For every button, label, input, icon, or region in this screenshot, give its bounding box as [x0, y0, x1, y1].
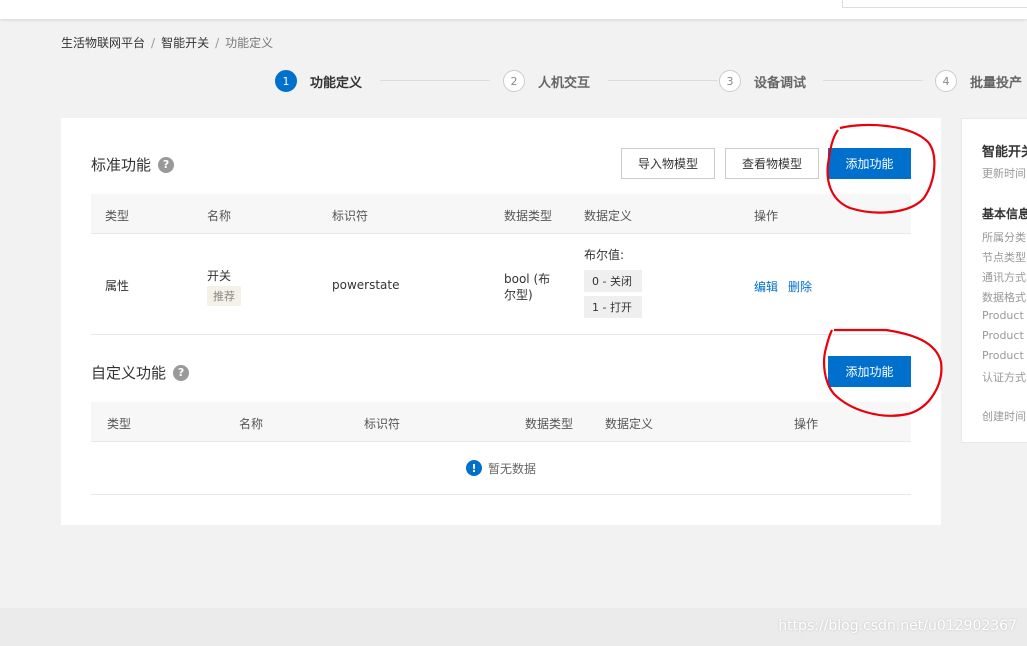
- sidebar-item: Product: [982, 329, 1024, 342]
- step-number: 3: [719, 70, 741, 92]
- enum-value: 1 - 打开: [584, 296, 642, 318]
- sidebar-item: 数据格式: [982, 291, 1026, 304]
- step-connector: [608, 80, 718, 81]
- watermark: https://blog.csdn.net/u012902367: [778, 618, 1017, 634]
- step-connector: [823, 80, 923, 81]
- breadcrumb-current: 功能定义: [225, 36, 274, 50]
- step-number: 1: [275, 70, 297, 92]
- step-number: 2: [503, 70, 525, 92]
- col-datadef: 数据定义: [605, 417, 654, 431]
- standard-table-header: 类型 名称 标识符 数据类型 数据定义 操作: [91, 194, 911, 234]
- row-type: 属性: [105, 279, 130, 293]
- step-label: 设备调试: [754, 75, 807, 91]
- add-custom-function-button[interactable]: 添加功能: [828, 356, 911, 387]
- recommend-badge: 推荐: [207, 286, 241, 306]
- step-number: 4: [935, 70, 957, 92]
- step-4[interactable]: 4 批量投产: [935, 69, 1022, 93]
- sidebar-item: 认证方式: [982, 371, 1026, 384]
- row-datatype-1: bool (布: [504, 272, 551, 286]
- question-circle-icon[interactable]: ?: [158, 156, 175, 173]
- product-info-sidebar: 智能开关 更新时间 基本信息 所属分类 节点类型 通讯方式 数据格式 Produ…: [961, 118, 1027, 443]
- row-name: 开关: [207, 269, 232, 283]
- step-2[interactable]: 2 人机交互: [503, 69, 590, 93]
- custom-title-text: 自定义功能: [91, 364, 167, 382]
- step-label: 功能定义: [310, 75, 363, 91]
- sidebar-created-time: 创建时间: [982, 410, 1026, 423]
- breadcrumb-root[interactable]: 生活物联网平台: [61, 36, 145, 50]
- sidebar-basic-info: 基本信息: [982, 207, 1027, 221]
- col-name: 名称: [207, 209, 232, 223]
- add-standard-function-button[interactable]: 添加功能: [828, 148, 911, 179]
- edit-link[interactable]: 编辑: [754, 278, 778, 295]
- sidebar-title: 智能开关: [982, 145, 1027, 160]
- sidebar-update-time: 更新时间: [982, 167, 1026, 180]
- col-datatype: 数据类型: [504, 209, 553, 223]
- col-datadef: 数据定义: [584, 209, 633, 223]
- custom-section-title: 自定义功能 ?: [91, 362, 190, 383]
- col-ops: 操作: [754, 209, 779, 223]
- step-progress: 1 功能定义 2 人机交互 3 设备调试 4 批量投产: [275, 69, 1027, 93]
- exclamation-circle-icon: !: [465, 460, 482, 476]
- col-ops: 操作: [794, 417, 819, 431]
- step-label: 批量投产: [970, 75, 1023, 91]
- breadcrumb: 生活物联网平台 / 智能开关 / 功能定义: [61, 36, 274, 50]
- row-datadef-label: 布尔值:: [584, 248, 625, 262]
- sidebar-item: 所属分类: [982, 231, 1026, 244]
- row-enum-list: 0 - 关闭 1 - 打开: [584, 266, 642, 318]
- col-datatype: 数据类型: [525, 417, 574, 431]
- step-3[interactable]: 3 设备调试: [719, 69, 806, 93]
- step-connector: [380, 80, 490, 81]
- import-model-button[interactable]: 导入物模型: [621, 148, 715, 179]
- row-name-tag: 推荐: [207, 286, 241, 306]
- sidebar-item: 通讯方式: [982, 271, 1026, 284]
- sidebar-item: Product: [982, 349, 1024, 362]
- row-identifier: powerstate: [332, 278, 400, 292]
- col-identifier: 标识符: [332, 209, 369, 223]
- empty-state: ! 暂无数据: [91, 442, 911, 495]
- search-input[interactable]: [842, 0, 1027, 8]
- question-circle-icon[interactable]: ?: [173, 364, 190, 381]
- step-1[interactable]: 1 功能定义: [275, 69, 362, 93]
- step-label: 人机交互: [538, 75, 591, 91]
- delete-link[interactable]: 删除: [788, 278, 812, 295]
- top-bar: [0, 0, 1027, 19]
- empty-text: 暂无数据: [487, 461, 536, 476]
- row-datatype-2: 尔型): [504, 288, 533, 302]
- col-identifier: 标识符: [364, 417, 401, 431]
- sidebar-item: Product: [982, 309, 1024, 322]
- col-type: 类型: [107, 417, 132, 431]
- col-name: 名称: [239, 417, 264, 431]
- function-definition-panel: 标准功能 ? 导入物模型 查看物模型 添加功能 类型 名称 标识符 数据类型 数…: [61, 118, 941, 525]
- breadcrumb-product[interactable]: 智能开关: [161, 36, 209, 50]
- custom-table-header: 类型 名称 标识符 数据类型 数据定义 操作: [91, 402, 911, 442]
- sidebar-item: 节点类型: [982, 251, 1026, 264]
- standard-section-title: 标准功能 ?: [91, 154, 175, 175]
- enum-value: 0 - 关闭: [584, 270, 642, 292]
- col-type: 类型: [105, 209, 130, 223]
- view-model-button[interactable]: 查看物模型: [725, 148, 819, 179]
- standard-title-text: 标准功能: [91, 156, 152, 174]
- table-row: 属性 开关 推荐 powerstate bool (布 尔型) 布尔值: 0 -…: [91, 234, 911, 335]
